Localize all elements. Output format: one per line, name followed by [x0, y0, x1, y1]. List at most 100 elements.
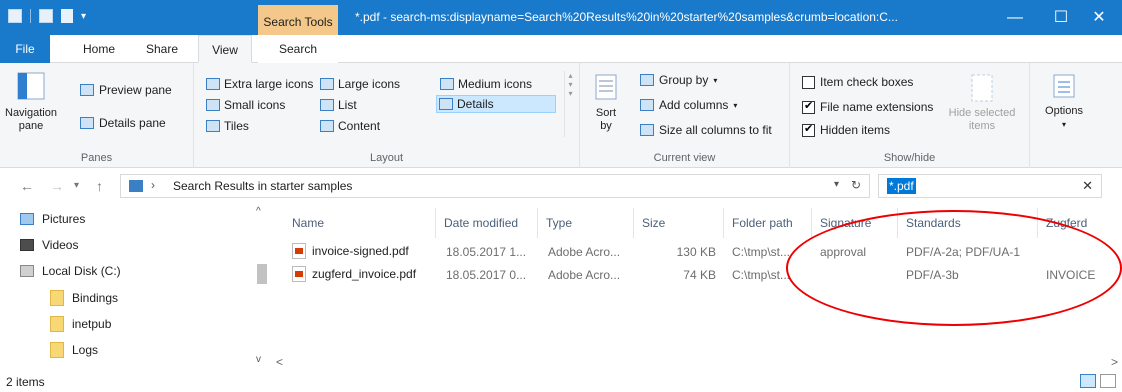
zugferd-cell: INVOICE — [1046, 268, 1096, 282]
hidden-items-toggle[interactable]: Hidden items — [802, 122, 891, 137]
tab-view[interactable]: View — [198, 35, 252, 63]
address-dropdown-icon[interactable]: ▾ — [834, 179, 839, 190]
layout-large-icons[interactable]: Large icons — [320, 77, 400, 91]
details-pane-label: Details pane — [99, 116, 166, 130]
add-columns-icon — [640, 99, 654, 111]
title-bar: ▾ Search Tools *.pdf - search-ms:display… — [0, 0, 1122, 35]
layout-tiles[interactable]: Tiles — [206, 119, 249, 133]
type-cell: Adobe Acro... — [548, 245, 621, 259]
scroll-down-icon[interactable]: v — [256, 354, 261, 365]
large-icons-view-icon[interactable] — [1100, 374, 1116, 388]
details-pane-button[interactable]: Details pane — [80, 116, 166, 130]
folder-icon — [50, 316, 64, 332]
tab-file[interactable]: File — [0, 35, 50, 63]
tab-search[interactable]: Search — [258, 35, 338, 63]
hidden-items-checkbox[interactable] — [802, 122, 815, 137]
new-folder-icon[interactable] — [61, 9, 73, 23]
search-tools-contextual-tab[interactable]: Search Tools — [258, 5, 338, 35]
address-bar[interactable]: › Search Results in starter samples ▾ ↻ — [120, 174, 870, 198]
column-header-folder-path[interactable]: Folder path — [724, 208, 812, 238]
properties-icon[interactable] — [39, 9, 53, 23]
nav-item-label: Videos — [42, 238, 79, 252]
column-header-signature[interactable]: Signature — [812, 208, 898, 238]
search-input[interactable]: *.pdf — [887, 178, 916, 194]
layout-list[interactable]: List — [320, 98, 357, 112]
ribbon-tabs: File Home Share View Search ^ ? — [0, 35, 1122, 91]
up-arrow-icon[interactable]: ↑ — [96, 178, 103, 194]
clear-search-icon[interactable]: ✕ — [1082, 178, 1093, 194]
column-header-standards[interactable]: Standards — [898, 208, 1038, 238]
file-name-cell[interactable]: invoice-signed.pdf — [292, 243, 442, 259]
nav-scroll-thumb[interactable] — [257, 264, 267, 284]
tab-home[interactable]: Home — [74, 35, 124, 63]
size-cell: 130 KB — [676, 245, 716, 259]
group-by-button[interactable]: Group by ▾ — [640, 73, 717, 87]
minimize-button[interactable]: — — [992, 0, 1038, 35]
item-check-boxes-toggle[interactable]: Item check boxes — [802, 75, 913, 89]
column-header-type[interactable]: Type — [538, 208, 634, 238]
column-header-zugferd[interactable]: Zugferd — [1038, 208, 1122, 238]
nav-item-inetpub[interactable]: inetpub — [50, 316, 111, 332]
nav-item-logs[interactable]: Logs — [50, 342, 98, 358]
scroll-left-icon[interactable]: < — [276, 355, 283, 369]
breadcrumb-chevron-icon[interactable]: › — [151, 178, 155, 192]
column-header-name[interactable]: Name — [284, 208, 436, 238]
sort-by-label: Sort by — [595, 107, 617, 132]
nav-scrollbar[interactable]: ^ v — [253, 204, 270, 372]
layout-group-label: Layout — [369, 152, 404, 164]
show-hide-group-label: Show/hide — [883, 152, 936, 164]
options-button[interactable]: Options ▾ — [1038, 73, 1090, 131]
date-cell: 18.05.2017 0... — [446, 268, 527, 282]
layout-medium-icons[interactable]: Medium icons — [440, 77, 532, 91]
type-cell: Adobe Acro... — [548, 268, 621, 282]
layout-extra-large-icons[interactable]: Extra large icons — [206, 77, 313, 91]
separator — [30, 9, 31, 23]
details-view-icon[interactable] — [1080, 374, 1096, 388]
nav-item-videos[interactable]: Videos — [20, 238, 78, 252]
file-name-cell[interactable]: zugferd_invoice.pdf — [292, 266, 442, 282]
sort-by-icon — [595, 74, 617, 100]
back-arrow-icon[interactable]: ← — [20, 178, 34, 194]
chevron-down-icon: ▾ — [713, 75, 718, 85]
quick-access-toolbar: ▾ — [8, 9, 86, 23]
customize-qat-icon[interactable]: ▾ — [81, 11, 86, 22]
size-all-columns-button[interactable]: Size all columns to fit — [640, 123, 772, 137]
folder-path-cell: C:\tmp\st... — [732, 268, 791, 282]
scroll-right-icon[interactable]: > — [1111, 355, 1118, 369]
chevron-down-icon: ▾ — [733, 100, 738, 110]
folder-icon[interactable] — [8, 9, 22, 23]
horizontal-scrollbar[interactable]: < > — [272, 355, 1122, 372]
close-button[interactable]: ✕ — [1076, 0, 1122, 35]
file-list: Name Date modified Type Size Folder path… — [272, 204, 1122, 372]
scroll-up-icon[interactable]: ^ — [256, 206, 261, 217]
forward-arrow-icon[interactable]: → — [50, 178, 64, 194]
layout-content[interactable]: Content — [320, 119, 380, 133]
preview-pane-button[interactable]: Preview pane — [80, 83, 172, 97]
tab-share[interactable]: Share — [134, 35, 190, 63]
recent-locations-icon[interactable]: ▾ — [74, 180, 79, 191]
nav-item-pictures[interactable]: Pictures — [20, 212, 85, 226]
nav-item-local-disk[interactable]: Local Disk (C:) — [20, 264, 121, 278]
file-name-extensions-toggle[interactable]: File name extensions — [802, 99, 933, 114]
navigation-pane-button[interactable]: Navigation pane — [4, 71, 58, 133]
layout-small-icons[interactable]: Small icons — [206, 98, 285, 112]
layout-details[interactable]: Details — [436, 95, 556, 113]
column-header-size[interactable]: Size — [634, 208, 724, 238]
hide-selected-items-button[interactable]: Hide selected items — [944, 73, 1020, 133]
nav-item-bindings[interactable]: Bindings — [50, 290, 118, 306]
breadcrumb[interactable]: Search Results in starter samples — [173, 179, 352, 193]
layout-gallery-scroll[interactable]: ▴ ▾ ▾ — [564, 71, 576, 137]
ribbon: Navigation pane Preview pane Details pan… — [0, 63, 1122, 168]
hidden-items-label: Hidden items — [820, 123, 891, 137]
column-header-date[interactable]: Date modified — [436, 208, 538, 238]
details-icon — [439, 98, 453, 110]
size-cell: 74 KB — [683, 268, 716, 282]
item-check-boxes-checkbox[interactable] — [802, 75, 815, 89]
sort-by-button[interactable]: Sort by — [592, 73, 620, 133]
layout-item-label: Details — [457, 97, 494, 111]
layout-item-label: Medium icons — [458, 77, 533, 91]
refresh-icon[interactable]: ↻ — [851, 178, 861, 192]
file-name-extensions-checkbox[interactable] — [802, 99, 815, 114]
search-box[interactable]: *.pdf ✕ — [878, 174, 1102, 198]
add-columns-button[interactable]: Add columns ▾ — [640, 98, 737, 112]
